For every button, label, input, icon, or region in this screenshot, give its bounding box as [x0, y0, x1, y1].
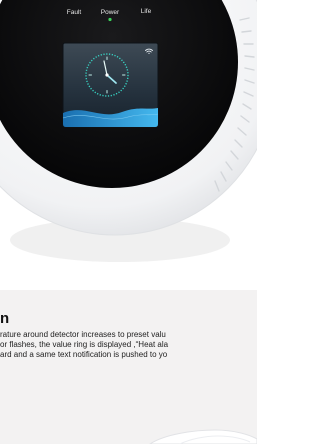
power-led	[108, 17, 112, 22]
smoke-detector-image: Fault Power Life	[0, 0, 257, 262]
product-image-area: Fault Power Life	[0, 0, 257, 290]
indicator-label-power: Power	[101, 9, 120, 16]
indicator-label-life: Life	[141, 8, 152, 15]
indicator-label-fault: Fault	[67, 9, 82, 16]
display-screen	[62, 42, 159, 128]
feature-description-panel: n rature around detector increases to pr…	[0, 290, 257, 444]
next-device-preview	[149, 429, 257, 444]
